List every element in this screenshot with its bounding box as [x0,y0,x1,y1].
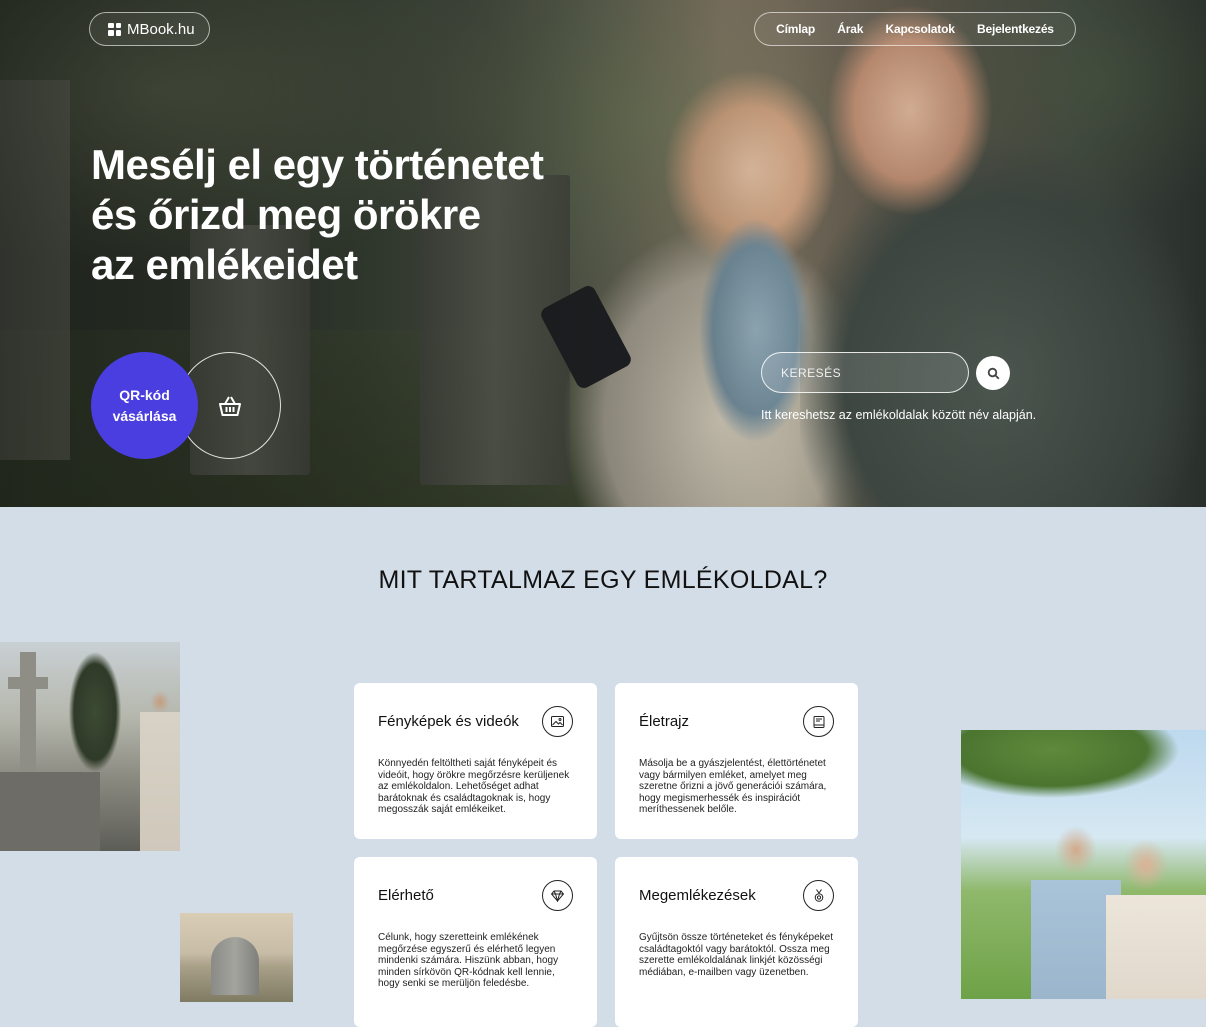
feature-card-photos: Fényképek és videók Könnyedén feltölthet… [354,683,597,839]
feature-card-title: Fényképek és videók [378,713,519,730]
search-icon [987,367,999,379]
memorial-search-input[interactable] [761,352,969,393]
nav-item-contacts[interactable]: Kapcsolatok [886,22,955,36]
nav-item-home[interactable]: Címlap [776,22,815,36]
feature-card-title: Elérhető [378,887,434,904]
feature-card-biography: Életrajz Másolja be a gyászjelentést, él… [615,683,858,839]
book-icon [803,706,834,737]
brand-name: MBook.hu [127,20,195,38]
gravestone-photo [180,913,293,1002]
image-icon [542,706,573,737]
feature-card-title: Megemlékezések [639,887,756,904]
search-button[interactable] [976,356,1010,390]
diamond-icon [542,880,573,911]
hero-headline-line: Mesélj el egy történetet [91,141,544,188]
cemetery-photo [0,642,180,851]
brand-logo[interactable]: MBook.hu [89,12,210,46]
elderly-couple-photo [961,730,1206,999]
nav-item-prices[interactable]: Árak [837,22,863,36]
feature-card-text: Gyűjtsön össze történeteket és fényképek… [639,932,833,978]
feature-card-text: Másolja be a gyászjelentést, élettörténe… [639,758,827,815]
medal-icon [803,880,834,911]
search-help-text: Itt kereshetsz az emlékoldalak között né… [761,408,1037,422]
hero-headline: Mesélj el egy történetet és őrizd meg ör… [91,140,611,290]
hero-section: MBook.hu Címlap Árak Kapcsolatok Bejelen… [0,0,1206,507]
top-nav: Címlap Árak Kapcsolatok Bejelentkezés [754,12,1076,46]
feature-card-title: Életrajz [639,713,690,730]
hero-headline-line: az emlékeidet [91,241,358,288]
feature-card-memorials: Megemlékezések Gyűjtsön össze történetek… [615,857,858,1027]
feature-card-accessible: Elérhető Célunk, hogy szeretteink emléké… [354,857,597,1027]
hero-headline-line: és őrizd meg örökre [91,191,481,238]
feature-card-text: Könnyedén feltöltheti saját fényképeit é… [378,758,570,815]
section-title: MIT TARTALMAZ EGY EMLÉKOLDAL? [378,566,828,594]
basket-icon [218,396,241,416]
buy-qr-code-button[interactable]: QR-kód vásárlása [91,352,198,459]
feature-card-text: Célunk, hogy szeretteink emlékének megőr… [378,932,559,989]
nav-item-login[interactable]: Bejelentkezés [977,22,1054,36]
qr-grid-icon [108,22,121,36]
